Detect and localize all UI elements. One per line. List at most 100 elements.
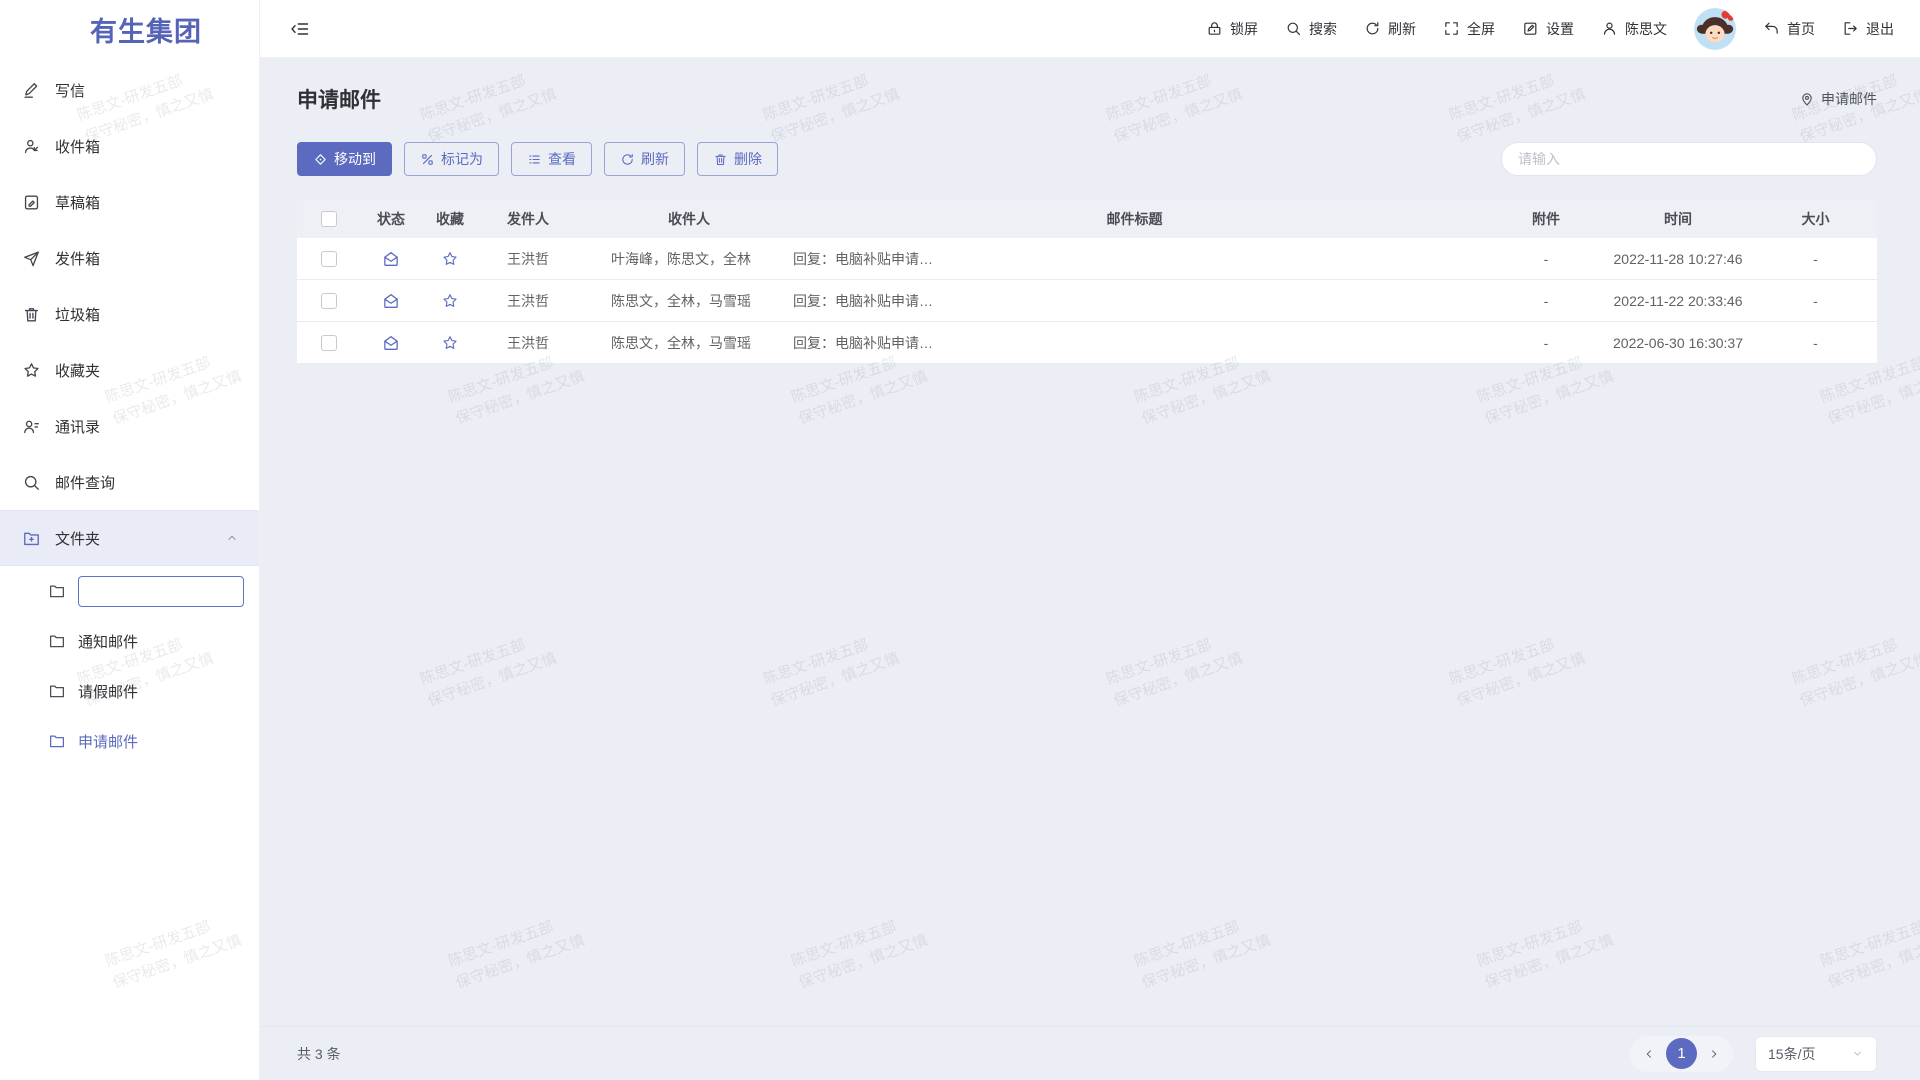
home-button[interactable]: 首页 <box>1763 19 1815 39</box>
global-search-button[interactable]: 搜索 <box>1285 19 1337 39</box>
cell-status <box>361 280 421 321</box>
mail-status-icon <box>382 334 400 352</box>
move-to-button[interactable]: 移动到 <box>297 142 392 176</box>
new-folder-input[interactable] <box>78 576 244 607</box>
table-row[interactable]: 王洪哲陈思文，全林，马雪瑶回复：电脑补贴申请…-2022-11-22 20:33… <box>297 280 1877 322</box>
cell-attachment: - <box>1490 238 1602 279</box>
row-checkbox[interactable] <box>321 293 337 309</box>
view-button[interactable]: 查看 <box>511 142 592 176</box>
collapse-menu-icon[interactable] <box>290 19 310 39</box>
location-pin-icon <box>1799 91 1815 107</box>
cell-recipients: 陈思文，全林，马雪瑶 <box>599 322 779 363</box>
folder-icon <box>48 732 66 750</box>
sidebar-item-folders[interactable]: 文件夹 <box>0 510 259 566</box>
sidebar-item-label: 邮件查询 <box>55 472 115 493</box>
mail-search-icon <box>22 473 41 492</box>
favorite-star-icon[interactable] <box>441 250 459 268</box>
home-icon <box>1763 20 1780 37</box>
trash-icon <box>22 305 41 324</box>
pagination: 1 <box>1630 1036 1733 1072</box>
mail-table: 状态收藏发件人收件人邮件标题附件时间大小王洪哲叶海峰，陈思文，全林回复：电脑补贴… <box>297 200 1877 364</box>
search-icon <box>1285 20 1302 37</box>
cell-sender: 王洪哲 <box>479 322 599 363</box>
folder-icon <box>48 632 66 650</box>
sidebar-item-sent[interactable]: 发件箱 <box>0 230 259 286</box>
toolbar-buttons: 移动到标记为 查看 刷新 删除 <box>297 142 778 176</box>
column-header-status: 状态 <box>361 200 421 238</box>
folder-tree-item-new-folder[interactable] <box>0 566 259 616</box>
mark-icon <box>420 152 435 167</box>
folder-plus-icon <box>22 529 41 548</box>
chevron-up-icon <box>225 531 239 545</box>
table-row[interactable]: 王洪哲叶海峰，陈思文，全林回复：电脑补贴申请…-2022-11-28 10:27… <box>297 238 1877 280</box>
row-checkbox[interactable] <box>321 335 337 351</box>
folder-tree: 通知邮件请假邮件申请邮件 <box>0 566 259 766</box>
view-icon <box>527 152 542 167</box>
topbar: 锁屏 搜索 刷新 全屏 设置 陈思文 首页 退出 <box>260 0 1920 58</box>
next-page-button[interactable] <box>1701 1036 1727 1072</box>
folder-tree-item-folder-notice[interactable]: 通知邮件 <box>0 616 259 666</box>
breadcrumb-label: 申请邮件 <box>1821 89 1877 109</box>
cell-recipients: 陈思文，全林，马雪瑶 <box>599 280 779 321</box>
select-all-checkbox[interactable] <box>321 211 337 227</box>
delete-label: 删除 <box>734 149 762 169</box>
column-header-subject: 邮件标题 <box>779 200 1490 238</box>
sidebar-item-contacts[interactable]: 通讯录 <box>0 398 259 454</box>
logout-button[interactable]: 退出 <box>1842 19 1894 39</box>
settings-label: 设置 <box>1546 19 1574 39</box>
chevron-right-icon <box>1707 1047 1721 1061</box>
folder-tree-item-folder-apply[interactable]: 申请邮件 <box>0 716 259 766</box>
sidebar-item-compose[interactable]: 写信 <box>0 62 259 118</box>
current-user-button[interactable]: 陈思文 <box>1601 19 1667 39</box>
delete-button[interactable]: 删除 <box>697 142 778 176</box>
mark-as-button[interactable]: 标记为 <box>404 142 499 176</box>
lock-screen-label: 锁屏 <box>1230 19 1258 39</box>
column-header-checkbox <box>297 200 361 238</box>
settings-button[interactable]: 设置 <box>1522 19 1574 39</box>
breadcrumb: 申请邮件 <box>1799 89 1877 109</box>
contacts-icon <box>22 417 41 436</box>
star-icon <box>22 361 41 380</box>
chevron-left-icon <box>1642 1047 1656 1061</box>
cell-attachment: - <box>1490 280 1602 321</box>
cell-sender: 王洪哲 <box>479 280 599 321</box>
prev-page-button[interactable] <box>1636 1036 1662 1072</box>
row-checkbox[interactable] <box>321 251 337 267</box>
move-icon <box>313 152 328 167</box>
delete-icon <box>713 152 728 167</box>
refresh-button[interactable]: 刷新 <box>1364 19 1416 39</box>
toolbar: 移动到标记为 查看 刷新 删除 <box>297 142 1877 176</box>
refresh-icon <box>620 152 635 167</box>
cell-subject: 回复：电脑补贴申请… <box>779 280 1490 321</box>
refresh-list-button[interactable]: 刷新 <box>604 142 685 176</box>
home-label: 首页 <box>1787 19 1815 39</box>
global-search-label: 搜索 <box>1309 19 1337 39</box>
user-icon <box>1601 20 1618 37</box>
sidebar-item-drafts[interactable]: 草稿箱 <box>0 174 259 230</box>
main-content: 申请邮件 申请邮件 移动到标记为查看刷新删除 状态收藏发件人收件人邮件标题附件时… <box>260 58 1920 1026</box>
user-avatar[interactable] <box>1694 8 1736 50</box>
current-page-button[interactable]: 1 <box>1666 1038 1697 1069</box>
table-row[interactable]: 王洪哲陈思文，全林，马雪瑶回复：电脑补贴申请…-2022-06-30 16:30… <box>297 322 1877 364</box>
sidebar-item-junk[interactable]: 垃圾箱 <box>0 286 259 342</box>
folder-tree-item-label: 通知邮件 <box>78 631 138 652</box>
cell-checkbox <box>297 322 361 363</box>
favorite-star-icon[interactable] <box>441 334 459 352</box>
sidebar-item-favorites[interactable]: 收藏夹 <box>0 342 259 398</box>
sidebar-item-inbox[interactable]: 收件箱 <box>0 118 259 174</box>
total-count: 共 3 条 <box>297 1044 341 1064</box>
folder-tree-item-label: 申请邮件 <box>78 731 138 752</box>
cell-status <box>361 238 421 279</box>
search-input[interactable] <box>1501 142 1877 176</box>
chevron-down-icon <box>1851 1047 1864 1060</box>
sidebar-item-mail-search[interactable]: 邮件查询 <box>0 454 259 510</box>
folder-tree-item-folder-leave[interactable]: 请假邮件 <box>0 666 259 716</box>
cell-size: - <box>1754 280 1877 321</box>
column-header-favorite: 收藏 <box>421 200 479 238</box>
drafts-icon <box>22 193 41 212</box>
favorite-star-icon[interactable] <box>441 292 459 310</box>
view-label: 查看 <box>548 149 576 169</box>
lock-screen-button[interactable]: 锁屏 <box>1206 19 1258 39</box>
fullscreen-button[interactable]: 全屏 <box>1443 19 1495 39</box>
page-size-select[interactable]: 15条/页 <box>1755 1036 1877 1072</box>
